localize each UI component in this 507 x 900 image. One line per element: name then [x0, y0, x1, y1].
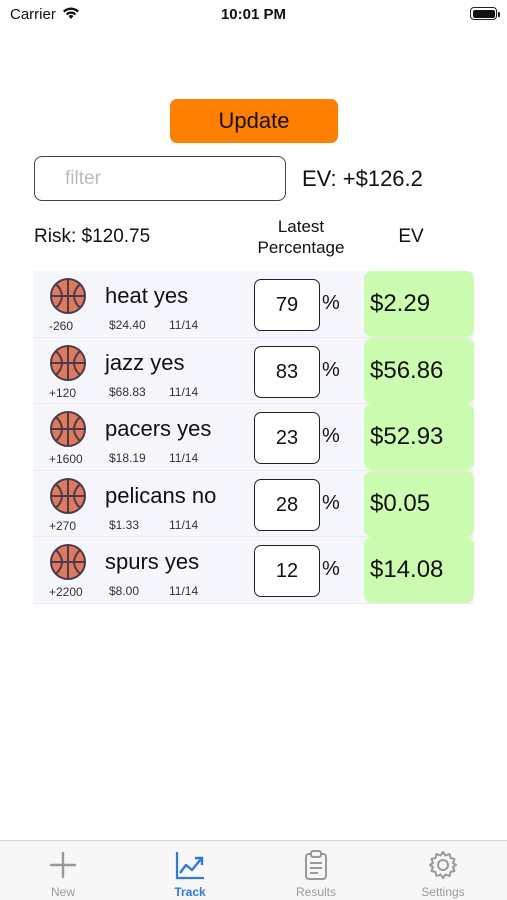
bet-ev: $2.29 — [364, 271, 474, 337]
risk-total: Risk: $120.75 — [34, 226, 151, 247]
bet-ev: $52.93 — [364, 404, 474, 470]
tab-label: Track — [174, 885, 206, 899]
track-screen: Carrier 10:01 PM Update EV: +$126.2 Risk… — [0, 0, 507, 900]
bet-row[interactable]: pelicans no +270 $1.33 11/14 28 % $0.05 — [33, 470, 474, 537]
bet-stake: $1.33 — [109, 517, 140, 532]
percentage-field[interactable]: 28 — [254, 478, 320, 531]
bet-odds: -260 — [49, 319, 74, 333]
percent-sign: % — [322, 491, 340, 514]
basketball-icon — [49, 543, 87, 581]
basketball-icon — [49, 344, 87, 382]
percentage-field[interactable]: 79 — [254, 279, 320, 331]
bet-ev: $56.86 — [364, 337, 474, 404]
bet-date: 11/14 — [169, 584, 199, 598]
bet-stake: $68.83 — [109, 384, 146, 399]
percent-sign: % — [322, 358, 340, 381]
column-header-latest-line2: Percentage — [257, 238, 345, 257]
bet-list: heat yes -260 $24.40 11/14 79 % $2.29 ja… — [33, 271, 474, 604]
bet-date: 11/14 — [169, 384, 199, 399]
tab-results[interactable]: Results — [253, 841, 379, 900]
chart-line-icon — [174, 849, 206, 881]
percent-sign: % — [322, 558, 340, 580]
bet-odds: +1600 — [49, 452, 83, 466]
bet-row[interactable]: spurs yes +2200 $8.00 11/14 12 % $14.08 — [33, 537, 474, 604]
ev-total: EV: +$126.2 — [302, 166, 423, 191]
filter-input[interactable] — [34, 156, 286, 201]
battery-icon — [470, 7, 500, 20]
bet-ev: $0.05 — [364, 470, 474, 537]
bet-name: pacers yes — [105, 416, 212, 441]
bet-row[interactable]: pacers yes +1600 $18.19 11/14 23 % $52.9… — [33, 404, 474, 471]
column-header-latest-line1: Latest — [277, 217, 325, 236]
tab-bar: New Track Results Settings — [0, 840, 507, 900]
bet-ev: $14.08 — [364, 537, 474, 603]
bet-stake: $24.40 — [109, 318, 146, 332]
tab-track[interactable]: Track — [127, 841, 253, 900]
tab-label: Results — [295, 885, 336, 899]
tab-label: Settings — [421, 885, 465, 899]
basketball-icon — [49, 277, 87, 315]
gear-icon — [427, 849, 459, 881]
basketball-icon — [49, 410, 87, 448]
tab-new[interactable]: New — [0, 841, 126, 900]
tab-label: New — [50, 885, 75, 899]
bet-date: 11/14 — [169, 451, 199, 465]
column-header-ev: EV — [398, 226, 424, 247]
bet-date: 11/14 — [169, 318, 199, 332]
bet-name: pelicans no — [105, 482, 217, 508]
bet-odds: +2200 — [49, 585, 83, 599]
bet-date: 11/14 — [169, 517, 199, 532]
percent-sign: % — [322, 292, 340, 314]
percent-sign: % — [322, 425, 340, 447]
percentage-field[interactable]: 23 — [254, 412, 320, 464]
bet-name: jazz yes — [105, 349, 185, 375]
tab-settings[interactable]: Settings — [380, 841, 506, 900]
bet-row[interactable]: heat yes -260 $24.40 11/14 79 % $2.29 — [33, 271, 474, 338]
percentage-field[interactable]: 12 — [254, 545, 320, 597]
bet-odds: +270 — [49, 518, 77, 533]
bet-stake: $18.19 — [109, 451, 146, 465]
column-header-latest-percentage: Latest Percentage — [246, 216, 356, 258]
bet-row[interactable]: jazz yes +120 $68.83 11/14 83 % $56.86 — [33, 337, 474, 404]
clock: 10:01 PM — [220, 6, 287, 23]
percentage-field[interactable]: 83 — [254, 345, 320, 398]
bet-odds: +120 — [49, 385, 77, 400]
clipboard-icon — [300, 849, 332, 881]
bet-name: heat yes — [105, 283, 189, 308]
update-button[interactable]: Update — [170, 99, 338, 143]
bet-name: spurs yes — [105, 549, 200, 574]
bet-stake: $8.00 — [109, 584, 140, 598]
status-bar: Carrier 10:01 PM — [0, 0, 507, 30]
basketball-icon — [49, 477, 87, 515]
plus-icon — [47, 849, 79, 881]
